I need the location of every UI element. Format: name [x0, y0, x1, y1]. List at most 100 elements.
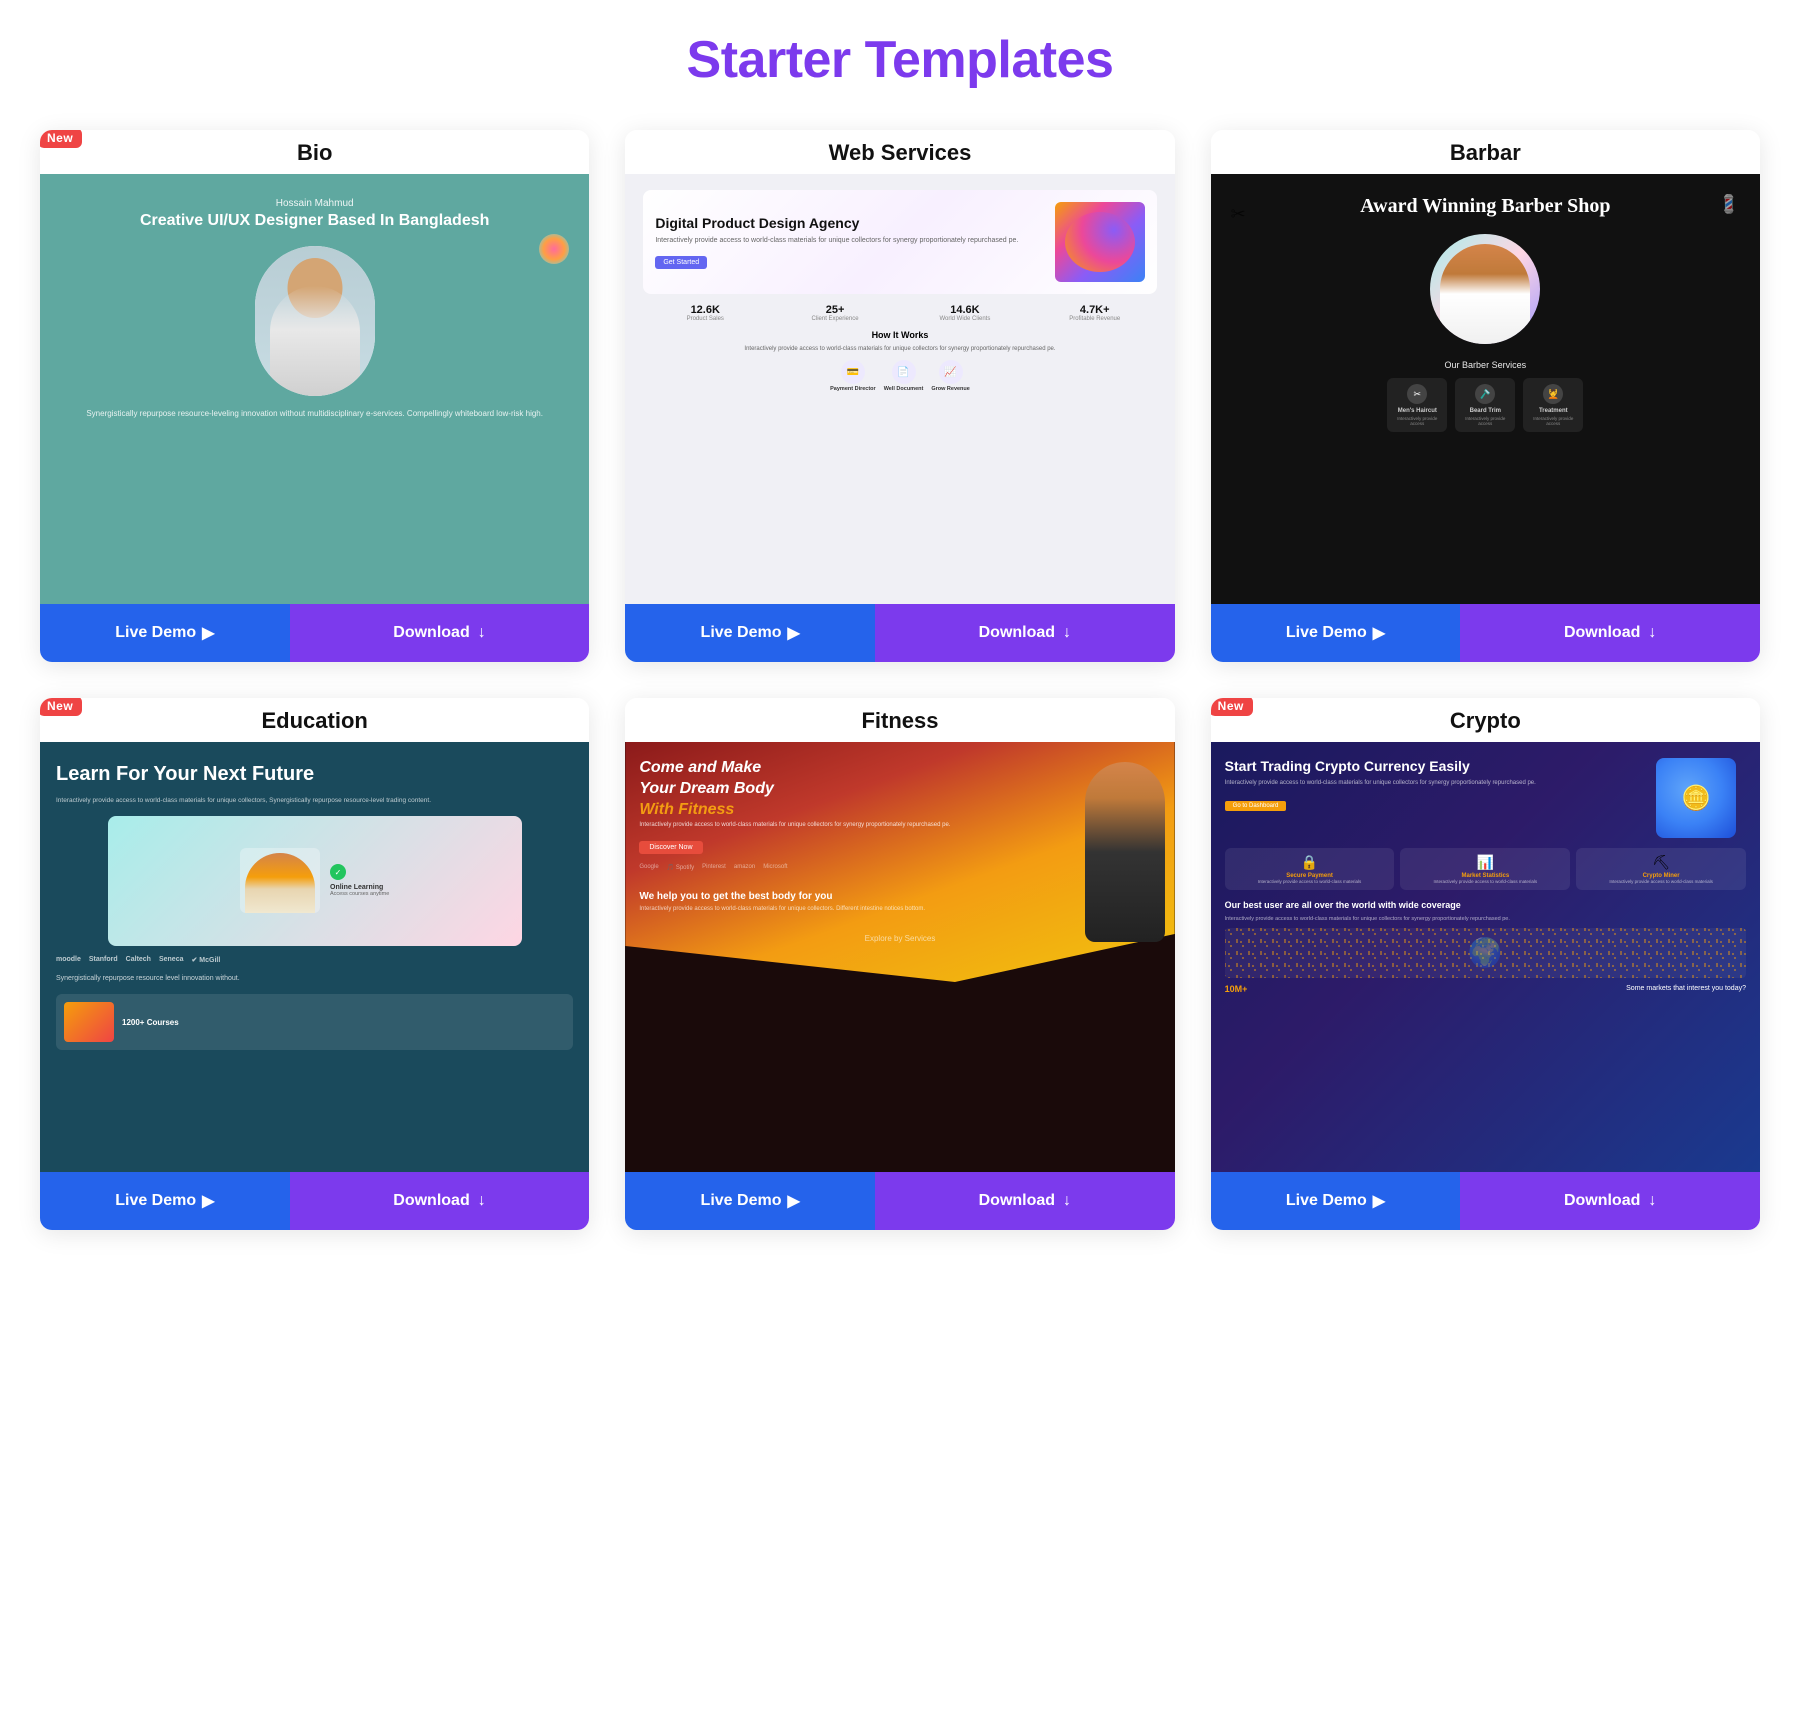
templates-grid: New Bio Hossain Mahmud Creative UI/UX De… — [40, 130, 1760, 1230]
web-services-footer: Live Demo ▶ Download ↓ — [625, 604, 1174, 662]
edu-subtitle: Interactively provide access to world-cl… — [56, 796, 573, 806]
edu-brands: moodle Stanford Caltech Seneca ✔ McGill — [56, 956, 573, 964]
barbar-title: Award Winning Barber Shop — [1227, 194, 1744, 218]
barbar-deco-right: 💈 — [1718, 194, 1740, 215]
edu-download-button[interactable]: Download ↓ — [290, 1172, 590, 1230]
crypto-world-sub: Interactively provide access to world-cl… — [1225, 916, 1746, 922]
ws-download-button[interactable]: Download ↓ — [875, 604, 1175, 662]
crypto-world-section: Our best user are all over the world wit… — [1225, 900, 1746, 978]
fitness-preview: Come and Make Your Dream Body With Fitne… — [625, 742, 1174, 1172]
card-title-web-services: Web Services — [829, 140, 972, 165]
card-title-fitness: Fitness — [861, 708, 938, 733]
fit-download-button[interactable]: Download ↓ — [875, 1172, 1175, 1230]
crypto-world-map: 🌍 — [1225, 928, 1746, 978]
fit-title-line2: Your Dream Body — [639, 779, 1160, 798]
ws-live-demo-button[interactable]: Live Demo ▶ — [625, 604, 875, 662]
education-preview: Learn For Your Next Future Interactively… — [40, 742, 589, 1172]
crypto-bottom: 10M+ Some markets that interest you toda… — [1225, 984, 1746, 994]
fit-live-demo-button[interactable]: Live Demo ▶ — [625, 1172, 875, 1230]
crypto-title: Start Trading Crypto Currency Easily — [1225, 758, 1646, 775]
edu-courses: 1200+ Courses — [56, 994, 573, 1050]
new-badge-crypto: New — [1211, 698, 1253, 716]
bio-preview: Hossain Mahmud Creative UI/UX Designer B… — [40, 174, 589, 604]
crypto-subtitle: Interactively provide access to world-cl… — [1225, 779, 1646, 788]
crypto-card-stats: 📊 Market Statistics Interactively provid… — [1400, 848, 1570, 890]
crypto-card-secure: 🔒 Secure Payment Interactively provide a… — [1225, 848, 1395, 890]
card-education: New Education Learn For Your Next Future… — [40, 698, 589, 1230]
crypto-cta-button: Go to Dashboard — [1225, 801, 1287, 811]
page-title: Starter Templates — [40, 30, 1760, 90]
crypto-coins: 🪙 — [1656, 758, 1746, 838]
crypto-preview: Start Trading Crypto Currency Easily Int… — [1211, 742, 1760, 1172]
barbar-service-beard: 🪒 Beard Trim Interactively provide acces… — [1455, 378, 1515, 432]
barbar-service-haircut: ✂ Men's Haircut Interactively provide ac… — [1387, 378, 1447, 432]
education-footer: Live Demo ▶ Download ↓ — [40, 1172, 589, 1230]
barbar-deco-scissors: ✂ — [1231, 204, 1246, 225]
crypto-top-section: Start Trading Crypto Currency Easily Int… — [1225, 758, 1746, 838]
bio-orb-decoration — [539, 234, 569, 264]
fit-title-line3: With Fitness — [639, 800, 1160, 819]
fit-brands: Google 🎵 Spotify Pinterest amazon Micros… — [639, 864, 1160, 871]
ws-hero-title: Digital Product Design Agency — [655, 215, 1044, 232]
barbar-footer: Live Demo ▶ Download ↓ — [1211, 604, 1760, 662]
card-header-crypto: Crypto — [1211, 698, 1760, 742]
bio-avatar — [255, 246, 375, 396]
barbar-download-button[interactable]: Download ↓ — [1460, 604, 1760, 662]
crypto-footer: Live Demo ▶ Download ↓ — [1211, 1172, 1760, 1230]
card-header-barbar: Barbar — [1211, 130, 1760, 174]
fit-subtitle: Interactively provide access to world-cl… — [639, 822, 1160, 828]
card-header-bio: Bio — [40, 130, 589, 174]
ws-hero-btn: Get Started — [655, 256, 707, 269]
ws-hero-sub: Interactively provide access to world-cl… — [655, 236, 1044, 246]
barbar-avatar — [1430, 234, 1540, 344]
ws-how-title: How It Works — [643, 330, 1156, 340]
ws-feature-icons: 💳Payment Director 📄Well Document 📈Grow R… — [643, 360, 1156, 392]
barbar-service-treatment: 💆 Treatment Interactively provide access — [1523, 378, 1583, 432]
crypto-feature-cards: 🔒 Secure Payment Interactively provide a… — [1225, 848, 1746, 890]
card-fitness: Fitness Come and Make Your Dream Body Wi… — [625, 698, 1174, 1230]
fit-person — [1085, 762, 1165, 942]
barbar-services-title: Our Barber Services — [1227, 360, 1744, 370]
fit-bottom-sub: Interactively provide access to world-cl… — [639, 906, 1160, 912]
card-header-fitness: Fitness — [625, 698, 1174, 742]
barbar-services-list: ✂ Men's Haircut Interactively provide ac… — [1227, 378, 1744, 432]
fit-bottom-title: We help you to get the best body for you — [639, 891, 1160, 902]
new-badge-education: New — [40, 698, 82, 716]
ws-how-desc: Interactively provide access to world-cl… — [643, 346, 1156, 352]
edu-title: Learn For Your Next Future — [56, 762, 573, 786]
new-badge-bio: New — [40, 130, 82, 148]
edu-description: Synergistically repurpose resource level… — [56, 974, 573, 985]
barbar-preview: ✂ 💈 Award Winning Barber Shop Our Barber… — [1211, 174, 1760, 604]
ws-stats: 12.6KProduct Sales 25+Client Experience … — [643, 304, 1156, 322]
card-web-services: Web Services Digital Product Design Agen… — [625, 130, 1174, 662]
bio-live-demo-button[interactable]: Live Demo ▶ — [40, 604, 290, 662]
fit-cta-button: Discover Now — [639, 841, 702, 854]
crypto-download-button[interactable]: Download ↓ — [1460, 1172, 1760, 1230]
crypto-users-count: 10M+ — [1225, 984, 1248, 994]
crypto-card-miner: ⛏ Crypto Miner Interactively provide acc… — [1576, 848, 1746, 890]
card-title-crypto: Crypto — [1450, 708, 1521, 733]
card-bio: New Bio Hossain Mahmud Creative UI/UX De… — [40, 130, 589, 662]
ws-hero-image — [1055, 202, 1145, 282]
card-barbar: Barbar ✂ 💈 Award Winning Barber Shop Our… — [1211, 130, 1760, 662]
bio-person-name: Hossain Mahmud — [276, 198, 354, 209]
crypto-market-question: Some markets that interest you today? — [1626, 985, 1746, 992]
card-header-education: Education — [40, 698, 589, 742]
card-title-education: Education — [261, 708, 367, 733]
crypto-live-demo-button[interactable]: Live Demo ▶ — [1211, 1172, 1461, 1230]
card-title-bio: Bio — [297, 140, 332, 165]
card-crypto: New Crypto Start Trading Crypto Currency… — [1211, 698, 1760, 1230]
card-title-barbar: Barbar — [1450, 140, 1521, 165]
card-header-web-services: Web Services — [625, 130, 1174, 174]
fit-title-line1: Come and Make — [639, 758, 1160, 777]
bio-download-button[interactable]: Download ↓ — [290, 604, 590, 662]
bio-description: Synergistically repurpose resource-level… — [76, 408, 553, 420]
crypto-world-title: Our best user are all over the world wit… — [1225, 900, 1746, 912]
fitness-footer: Live Demo ▶ Download ↓ — [625, 1172, 1174, 1230]
barbar-live-demo-button[interactable]: Live Demo ▶ — [1211, 604, 1461, 662]
bio-headline: Creative UI/UX Designer Based In Banglad… — [140, 211, 489, 232]
edu-live-demo-button[interactable]: Live Demo ▶ — [40, 1172, 290, 1230]
ws-hero: Digital Product Design Agency Interactiv… — [643, 190, 1156, 294]
web-services-preview: Digital Product Design Agency Interactiv… — [625, 174, 1174, 604]
bio-footer: Live Demo ▶ Download ↓ — [40, 604, 589, 662]
